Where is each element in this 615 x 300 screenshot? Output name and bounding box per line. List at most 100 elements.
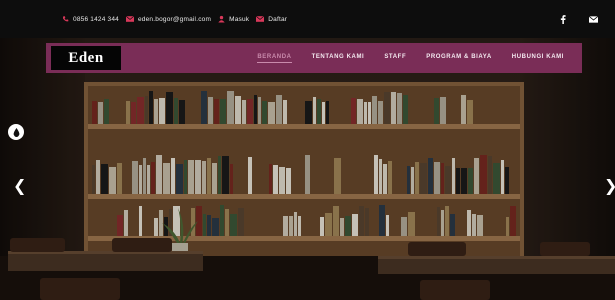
book [286, 168, 291, 194]
book [456, 168, 460, 194]
book [428, 158, 433, 194]
book [322, 102, 325, 124]
book [415, 162, 419, 194]
book [214, 99, 219, 124]
book [166, 92, 173, 124]
book [326, 101, 329, 124]
book [202, 161, 206, 194]
book [230, 164, 233, 194]
book [440, 97, 446, 124]
book [92, 165, 95, 194]
user-icon [218, 15, 225, 23]
book [450, 214, 455, 236]
phone-icon [62, 16, 69, 22]
book [334, 158, 341, 194]
prev-arrow-icon[interactable]: ❮ [13, 178, 26, 194]
book [345, 216, 351, 236]
top-contact-bar: 0856 1424 344 eden.bogor@gmail.com Masuk… [0, 0, 615, 38]
book [488, 156, 492, 194]
book [132, 161, 138, 194]
book [477, 215, 483, 236]
book [352, 214, 358, 236]
book [403, 95, 408, 124]
book [117, 215, 123, 236]
book [359, 206, 364, 236]
book [420, 163, 427, 194]
book [154, 99, 158, 124]
book [104, 99, 109, 124]
book [305, 155, 310, 194]
nav-item-program-biaya[interactable]: PROGRAM & BIAYA [426, 54, 492, 62]
book [474, 158, 479, 194]
book [96, 160, 100, 194]
book [441, 163, 444, 194]
book [159, 98, 165, 124]
chair [408, 242, 466, 256]
book [139, 206, 142, 236]
book [437, 207, 440, 236]
book [203, 214, 206, 236]
book [461, 95, 466, 124]
shelf-board [88, 194, 520, 199]
book [149, 91, 153, 124]
book [452, 158, 455, 194]
book [480, 155, 487, 194]
book [407, 166, 410, 194]
book [258, 97, 261, 124]
droplet-icon[interactable] [8, 124, 24, 140]
book [505, 167, 509, 194]
next-arrow-icon[interactable]: ❯ [604, 178, 615, 194]
book [283, 216, 288, 236]
book [247, 99, 253, 124]
nav-item-tentang-kami[interactable]: TENTANG KAMI [312, 54, 365, 62]
book [276, 95, 282, 124]
phone-number: 0856 1424 344 [73, 15, 119, 23]
book [117, 163, 122, 194]
book [225, 209, 229, 236]
register-icon [256, 16, 265, 22]
nav-item-staff[interactable]: STAFF [384, 54, 406, 62]
login-label: Masuk [229, 15, 250, 23]
book [254, 95, 257, 124]
book [378, 101, 383, 124]
book [365, 208, 369, 236]
book [384, 92, 390, 124]
nav-item-hubungi-kami[interactable]: HUBUNGI KAMI [512, 54, 564, 62]
book [408, 212, 415, 236]
book [493, 163, 500, 194]
book [230, 214, 237, 236]
book [212, 218, 219, 236]
book [262, 101, 267, 124]
table-right [378, 256, 615, 274]
book [372, 96, 377, 124]
book [279, 167, 285, 194]
phone-contact[interactable]: 0856 1424 344 [62, 15, 119, 23]
book [218, 156, 221, 194]
mail-icon[interactable] [585, 11, 601, 27]
book [147, 165, 150, 194]
facebook-icon[interactable] [555, 11, 571, 27]
book [131, 102, 136, 124]
main-navbar: Eden BERANDA TENTANG KAMI STAFF PROGRAM … [46, 43, 582, 73]
book [468, 168, 473, 194]
book [467, 210, 471, 236]
book [235, 96, 241, 124]
book [238, 208, 244, 236]
book [171, 158, 175, 194]
nav-item-beranda[interactable]: BERANDA [257, 54, 292, 63]
book [445, 206, 449, 236]
book [317, 99, 321, 124]
login-link[interactable]: Masuk [218, 15, 249, 23]
book [379, 159, 382, 194]
book [411, 167, 414, 194]
book [325, 213, 332, 236]
site-logo[interactable]: Eden [51, 46, 121, 70]
book [391, 92, 396, 124]
book [268, 102, 275, 124]
email-contact[interactable]: eden.bogor@gmail.com [125, 16, 211, 23]
book [242, 100, 246, 124]
book [139, 165, 142, 194]
book [506, 217, 509, 236]
register-link[interactable]: Daftar [256, 16, 287, 23]
book [364, 102, 367, 124]
